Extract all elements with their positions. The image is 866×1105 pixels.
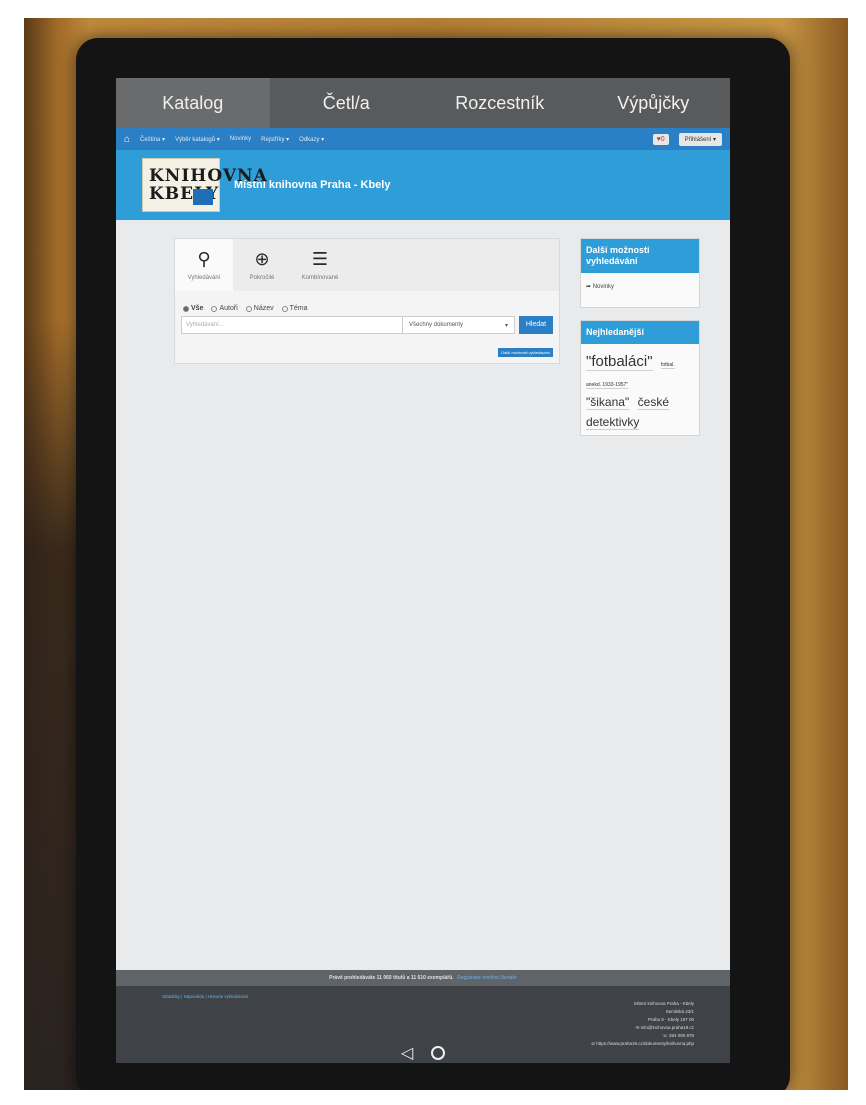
radio-topic[interactable]: Téma xyxy=(281,305,308,312)
radio-dot xyxy=(245,305,252,312)
nav-language[interactable]: Čeština ▾ xyxy=(140,136,165,143)
tab-label: Kombinované xyxy=(301,275,339,281)
kiosk-tab-katalog[interactable]: Katalog xyxy=(116,78,270,128)
tag-link[interactable]: "šikana" xyxy=(586,395,630,410)
tab-basic-search[interactable]: ⚲ Vyhledávání xyxy=(175,239,233,291)
tab-advanced-search[interactable]: ⊕ Pokročilé xyxy=(233,239,291,291)
more-options-box: Další možnosti vyhledávání ➦ Novinky xyxy=(580,238,700,308)
login-button[interactable]: Přihlášení ▾ xyxy=(678,132,722,146)
kiosk-tab-vypujcky[interactable]: Výpůjčky xyxy=(577,93,731,114)
most-searched-heading: Nejhledanější xyxy=(581,321,699,344)
tab-label: Pokročilé xyxy=(249,275,275,281)
tag-link[interactable]: "fotbaláci" xyxy=(586,353,653,371)
site-header: KNIHOVNA KBELY Místní knihovna Praha - K… xyxy=(116,150,730,220)
android-home-icon[interactable] xyxy=(431,1046,446,1060)
address-line: Místní knihovna Praha - Kbely xyxy=(633,1001,694,1006)
radio-dot xyxy=(183,305,189,312)
tag-link[interactable]: fotbal. xyxy=(660,362,675,369)
news-link[interactable]: ➦ Novinky xyxy=(581,273,699,300)
favorites-badge[interactable]: ♥0 xyxy=(652,133,669,145)
search-row: Vyhledávání... Všechny dokumenty ▾ Hleda… xyxy=(175,316,559,334)
radio-label: Vše xyxy=(191,305,204,312)
nav-links[interactable]: Odkazy ▾ xyxy=(299,136,324,143)
search-scope-radios: Vše Autoři Název Téma xyxy=(175,291,559,316)
address-line: Praha 9 - Kbely 197 00 xyxy=(647,1017,694,1022)
home-icon[interactable]: ⌂ xyxy=(124,134,130,145)
catalog-stats-text: Právě prohledáváte 11 060 titulů a 11 61… xyxy=(329,975,454,981)
radio-dot xyxy=(281,305,288,312)
search-panel: ⚲ Vyhledávání ⊕ Pokročilé ☰ Kombinované … xyxy=(174,238,560,364)
search-icon: ⚲ xyxy=(197,249,211,269)
tag-cloud: "fotbaláci" fotbal. anekd. 1933-1957" "š… xyxy=(581,344,699,440)
stack-icon: ☰ xyxy=(311,249,329,269)
library-logo[interactable]: KNIHOVNA KBELY xyxy=(142,158,268,212)
radio-label: Název xyxy=(253,305,274,312)
search-button[interactable]: Hledat xyxy=(519,316,553,334)
phone-line: ☏ 284 080 878 xyxy=(662,1033,694,1038)
most-searched-box: Nejhledanější "fotbaláci" fotbal. anekd.… xyxy=(580,320,700,436)
logo-k-icon xyxy=(193,189,213,205)
top-navbar: ⌂ Čeština ▾ Výběr katalogů ▾ Novinky Rej… xyxy=(116,128,730,150)
tag-link[interactable]: anekd. 1933-1957" xyxy=(586,382,629,389)
radio-title[interactable]: Název xyxy=(245,305,274,312)
nav-news[interactable]: Novinky xyxy=(230,136,251,142)
caret-down-icon: ▾ xyxy=(504,323,508,329)
more-search-options-button[interactable]: Další možnosti vyhledávání xyxy=(498,348,553,357)
radio-label: Téma xyxy=(289,305,308,312)
logo-text-line1: KNIHOVNA xyxy=(149,166,268,186)
kiosk-tab-cetl[interactable]: Četl/a xyxy=(270,93,424,114)
kiosk-screen: Katalog Četl/a Rozcestník Výpůjčky ⌂ Češ… xyxy=(116,78,730,1063)
document-type-select[interactable]: Všechny dokumenty ▾ xyxy=(403,316,515,334)
kiosk-tab-bar: Katalog Četl/a Rozcestník Výpůjčky xyxy=(116,78,730,128)
document-type-value: Všechny dokumenty xyxy=(409,322,464,328)
catalog-stats-bar: Právě prohledáváte 11 060 titulů a 11 61… xyxy=(116,970,730,986)
radio-authors[interactable]: Autoři xyxy=(211,305,238,312)
tab-label: Vyhledávání xyxy=(187,275,221,281)
nav-registers[interactable]: Rejstříky ▾ xyxy=(261,136,289,143)
search-mode-tabs: ⚲ Vyhledávání ⊕ Pokročilé ☰ Kombinované xyxy=(175,239,559,291)
tab-combined-search[interactable]: ☰ Kombinované xyxy=(291,239,349,291)
footer-links[interactable]: Statistiky | Nápověda | Historie vyhledá… xyxy=(162,994,248,999)
search-input[interactable]: Vyhledávání... xyxy=(181,316,403,334)
more-options-heading: Další možnosti vyhledávání xyxy=(581,239,699,273)
nav-catalog-select[interactable]: Výběr katalogů ▾ xyxy=(175,136,220,143)
address-line: Semilská 43/1 xyxy=(665,1009,694,1014)
android-nav-bar: ◁ xyxy=(116,1040,730,1063)
photo-background: Katalog Četl/a Rozcestník Výpůjčky ⌂ Češ… xyxy=(24,18,848,1090)
radio-all[interactable]: Vše xyxy=(183,305,203,312)
kiosk-tab-rozcestnik[interactable]: Rozcestník xyxy=(423,93,577,114)
zoom-plus-icon: ⊕ xyxy=(254,249,270,269)
radio-dot xyxy=(211,305,218,312)
back-icon[interactable]: ◁ xyxy=(401,1043,413,1063)
radio-label: Autoři xyxy=(219,305,238,312)
email-link[interactable]: ✉ info@knihovna.praha19.cz xyxy=(591,1024,694,1032)
register-reader-link[interactable]: Registrace nového čtenáře xyxy=(457,975,517,981)
